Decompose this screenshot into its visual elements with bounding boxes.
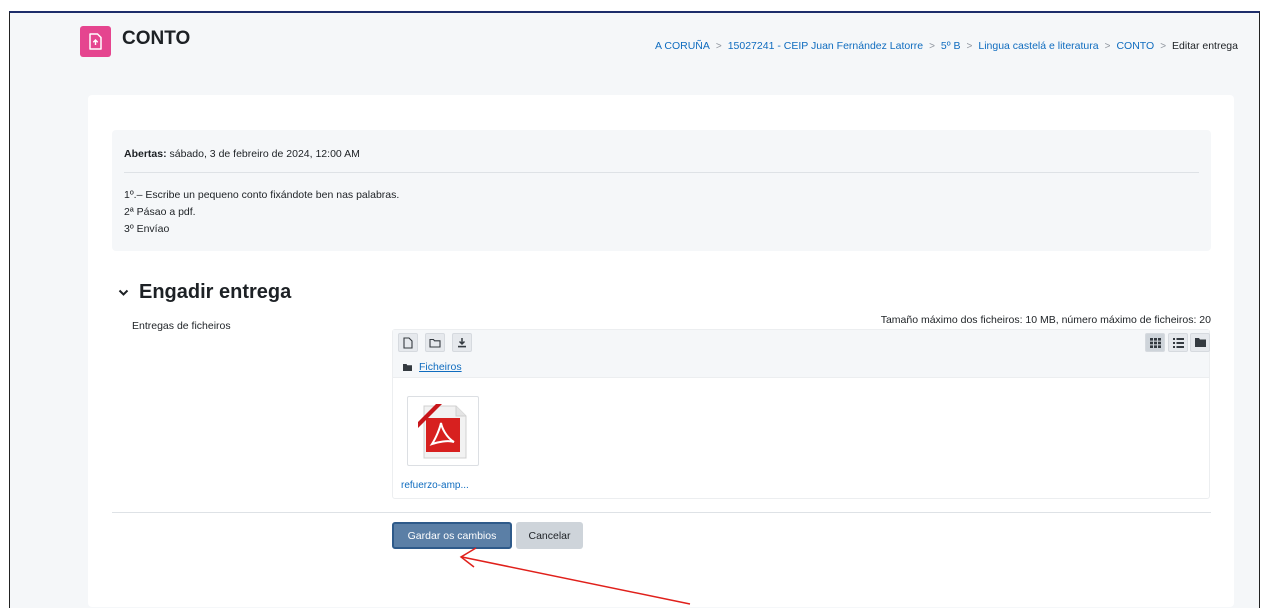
download-icon: [458, 338, 466, 348]
opened-value: sábado, 3 de febreiro de 2024, 12:00 AM: [166, 148, 360, 160]
view-list-button[interactable]: [1168, 333, 1188, 352]
activity-info-box: Abertas: sábado, 3 de febreiro de 2024, …: [112, 130, 1211, 251]
opened-label: Abertas:: [124, 148, 167, 160]
chevron-down-icon: [118, 289, 129, 297]
breadcrumb-separator-icon: >: [1104, 40, 1111, 52]
file-submissions-label: Entregas de ficheiros: [132, 320, 231, 332]
cancel-button[interactable]: Cancelar: [516, 522, 583, 549]
instruction-line: 2ª Pásao a pdf.: [124, 206, 196, 218]
breadcrumb-separator-icon: >: [715, 40, 722, 52]
section-toggle[interactable]: Engadir entrega: [118, 281, 291, 304]
form-divider: [112, 512, 1211, 513]
file-icon: [403, 336, 413, 349]
breadcrumb-item-current: Editar entrega: [1172, 40, 1238, 52]
file-manager: Ficheiros refuerzo-amp...: [392, 329, 1210, 499]
assignment-icon: [80, 26, 111, 57]
grid-icon: [1149, 337, 1161, 348]
breadcrumb-item-region[interactable]: A CORUÑA: [655, 40, 710, 52]
breadcrumb-item-school[interactable]: 15027241 - CEIP Juan Fernández Latorre: [728, 40, 923, 52]
list-icon: [1172, 337, 1184, 348]
file-name[interactable]: refuerzo-amp...: [401, 480, 469, 491]
breadcrumb-item-class[interactable]: 5º B: [941, 40, 961, 52]
path-link-files[interactable]: Ficheiros: [419, 361, 462, 373]
folder-icon: [429, 338, 441, 348]
save-changes-button[interactable]: Gardar os cambios: [392, 522, 512, 549]
breadcrumb-separator-icon: >: [929, 40, 935, 52]
folder-icon: [403, 363, 412, 371]
create-folder-button[interactable]: [425, 333, 445, 352]
breadcrumb-item-activity[interactable]: CONTO: [1116, 40, 1154, 52]
breadcrumb-separator-icon: >: [966, 40, 973, 52]
view-tree-button[interactable]: [1190, 333, 1210, 352]
file-limits-note: Tamaño máximo dos ficheiros: 10 MB, núme…: [880, 314, 1211, 326]
breadcrumb-item-course[interactable]: Lingua castelá e literatura: [978, 40, 1098, 52]
opened-date: Abertas: sábado, 3 de febreiro de 2024, …: [124, 148, 360, 160]
breadcrumb-separator-icon: >: [1160, 40, 1167, 52]
folder-tree-icon: [1194, 338, 1206, 347]
instruction-line: 1º.– Escribe un pequeno conto fixándote …: [124, 189, 400, 201]
breadcrumb: A CORUÑA > 15027241 - CEIP Juan Fernánde…: [655, 40, 1238, 52]
file-manager-toolbar: Ficheiros: [393, 330, 1210, 378]
section-title: Engadir entrega: [139, 281, 292, 303]
instruction-line: 3º Envíao: [124, 223, 170, 235]
info-divider: [124, 172, 1199, 173]
page-title: CONTO: [122, 28, 191, 49]
view-icons-button[interactable]: [1145, 333, 1165, 352]
download-all-button[interactable]: [452, 333, 472, 352]
file-thumbnail[interactable]: [407, 396, 479, 466]
pdf-file-icon: [418, 404, 467, 459]
file-path: Ficheiros: [403, 361, 462, 373]
add-file-button[interactable]: [398, 333, 418, 352]
